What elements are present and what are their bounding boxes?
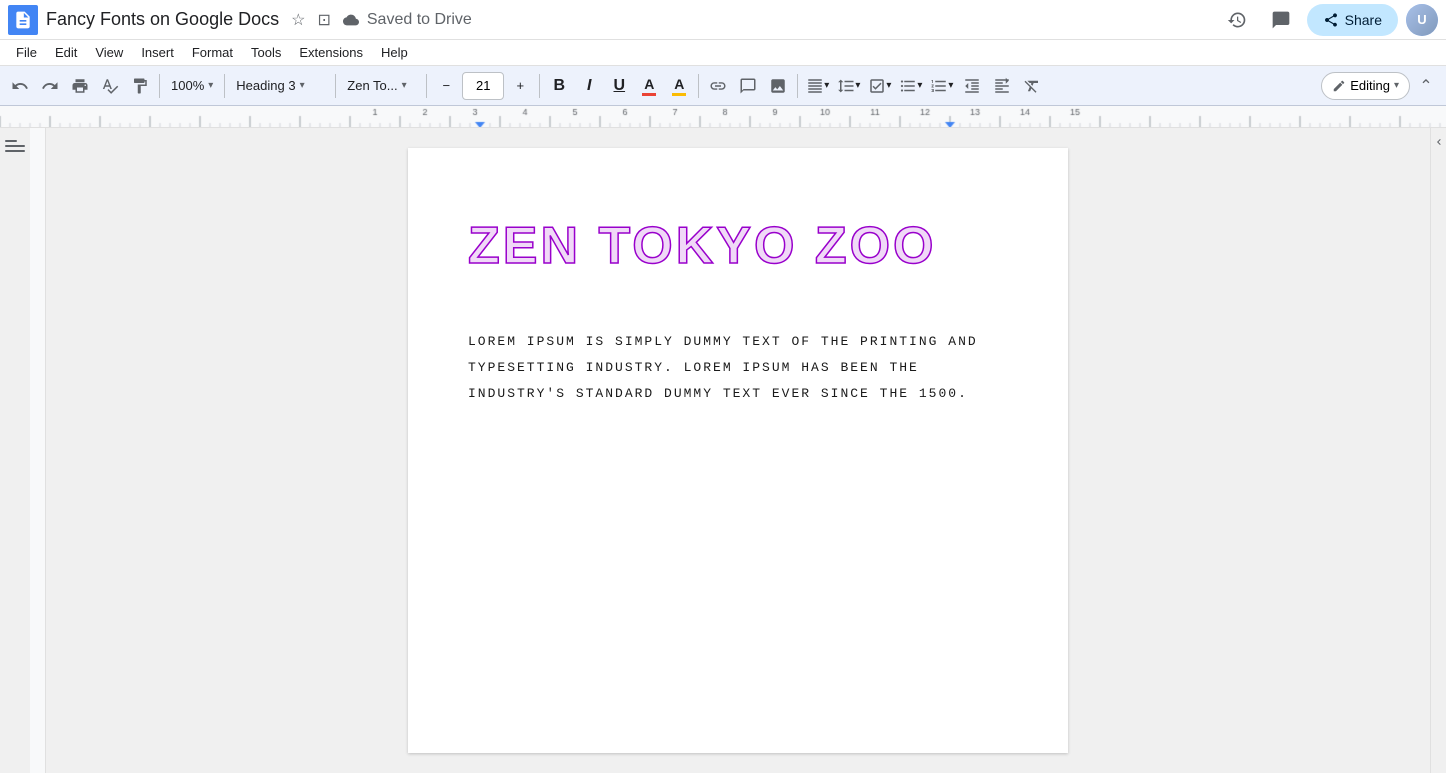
divider-7	[797, 74, 798, 98]
font-size-decrease[interactable]: −	[432, 72, 460, 100]
font-size-increase[interactable]: +	[506, 72, 534, 100]
vertical-ruler	[30, 128, 46, 773]
font-chevron: ▾	[402, 80, 407, 91]
doc-title: Fancy Fonts on Google Docs	[46, 9, 279, 30]
svg-text:ZEN TOKYO ZOO: ZEN TOKYO ZOO	[468, 217, 937, 275]
divider-1	[159, 74, 160, 98]
title-bar: Fancy Fonts on Google Docs ☆ ⊡ Saved to …	[0, 0, 1446, 40]
align-button[interactable]: ▾	[803, 72, 832, 100]
menu-insert[interactable]: Insert	[133, 43, 182, 62]
menu-tools[interactable]: Tools	[243, 43, 289, 62]
toolbar: 100% ▾ Heading 3 ▾ Zen To... ▾ − + B I U…	[0, 66, 1446, 106]
image-button[interactable]	[764, 72, 792, 100]
menu-edit[interactable]: Edit	[47, 43, 85, 62]
divider-6	[698, 74, 699, 98]
undo-button[interactable]	[6, 72, 34, 100]
left-sidebar	[0, 128, 30, 773]
right-sidebar-toggle[interactable]	[1430, 128, 1446, 773]
spellcheck-button[interactable]	[96, 72, 124, 100]
menu-format[interactable]: Format	[184, 43, 241, 62]
divider-3	[335, 74, 336, 98]
document-page: @font-face {} ZEN TOKYO ZOO ZEN TOKYO ZO…	[408, 148, 1068, 753]
star-icon[interactable]: ☆	[287, 6, 309, 34]
sidebar-collapse-icon	[1433, 136, 1445, 148]
font-name-dropdown[interactable]: Zen To... ▾	[341, 72, 421, 100]
document-container[interactable]: @font-face {} ZEN TOKYO ZOO ZEN TOKYO ZO…	[46, 128, 1430, 773]
ruler	[0, 106, 1446, 128]
bold-button[interactable]: B	[545, 72, 573, 100]
saved-status: Saved to Drive	[339, 3, 480, 37]
comments-btn[interactable]	[1263, 2, 1299, 38]
divider-5	[539, 74, 540, 98]
document-body[interactable]: Lorem Ipsum is simply dummy text of the …	[468, 329, 1008, 407]
redo-button[interactable]	[36, 72, 64, 100]
indent-increase-button[interactable]	[988, 72, 1016, 100]
menu-extensions[interactable]: Extensions	[291, 43, 371, 62]
history-btn[interactable]	[1219, 2, 1255, 38]
text-color-button[interactable]: A	[635, 72, 663, 100]
divider-2	[224, 74, 225, 98]
title-actions: ☆ ⊡ Saved to Drive	[287, 3, 492, 37]
highlight-color-button[interactable]: A	[665, 72, 693, 100]
numbered-list-button[interactable]: ▾	[927, 72, 956, 100]
doc-icon	[8, 5, 38, 35]
zoom-chevron: ▾	[208, 80, 213, 91]
menu-view[interactable]: View	[87, 43, 131, 62]
bullet-list-button[interactable]: ▾	[896, 72, 925, 100]
heading-svg: @font-face {} ZEN TOKYO ZOO ZEN TOKYO ZO…	[468, 208, 1028, 278]
drive-icon[interactable]: ⊡	[313, 6, 334, 34]
checklist-button[interactable]: ▾	[865, 72, 894, 100]
divider-4	[426, 74, 427, 98]
user-avatar[interactable]: U	[1406, 4, 1438, 36]
comment-button[interactable]	[734, 72, 762, 100]
linespacing-button[interactable]: ▾	[834, 72, 863, 100]
link-button[interactable]	[704, 72, 732, 100]
print-button[interactable]	[66, 72, 94, 100]
font-size-input[interactable]	[462, 72, 504, 100]
document-heading[interactable]: @font-face {} ZEN TOKYO ZOO ZEN TOKYO ZO…	[468, 208, 1008, 289]
share-button[interactable]: Share	[1307, 4, 1398, 36]
paint-format-button[interactable]	[126, 72, 154, 100]
editing-mode-dropdown[interactable]: Editing ▾	[1321, 72, 1410, 100]
underline-button[interactable]: U	[605, 72, 633, 100]
menu-file[interactable]: File	[8, 43, 45, 62]
text-color-bar	[642, 93, 656, 96]
indent-decrease-button[interactable]	[958, 72, 986, 100]
menu-help[interactable]: Help	[373, 43, 416, 62]
italic-button[interactable]: I	[575, 72, 603, 100]
zoom-dropdown[interactable]: 100% ▾	[165, 72, 219, 100]
main-area: @font-face {} ZEN TOKYO ZOO ZEN TOKYO ZO…	[0, 128, 1446, 773]
heading-chevron: ▾	[300, 80, 305, 91]
outline-toggle[interactable]	[5, 140, 25, 160]
menu-bar: File Edit View Insert Format Tools Exten…	[0, 40, 1446, 66]
collapse-toolbar-button[interactable]: ⌃	[1412, 72, 1440, 100]
clear-format-button[interactable]	[1018, 72, 1046, 100]
heading-style-dropdown[interactable]: Heading 3 ▾	[230, 72, 330, 100]
editing-chevron: ▾	[1394, 80, 1399, 91]
right-actions: Share U	[1219, 2, 1438, 38]
highlight-color-bar	[672, 93, 686, 96]
